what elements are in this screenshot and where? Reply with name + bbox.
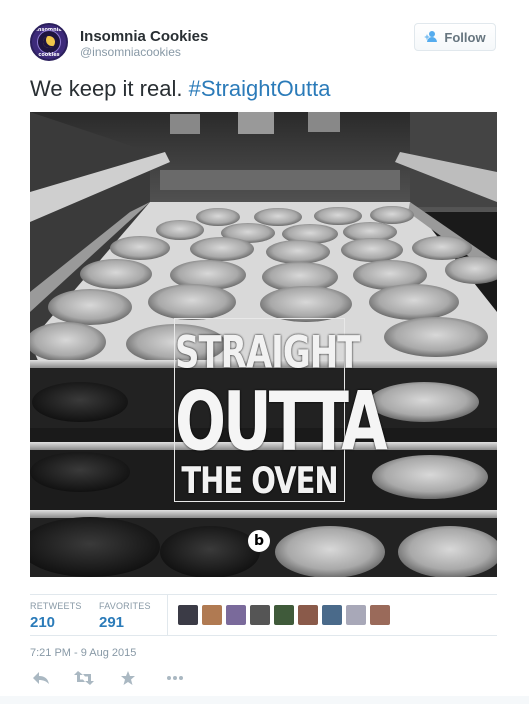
- favoriter-avatar-8[interactable]: [346, 605, 366, 625]
- hashtag-link[interactable]: #StraightOutta: [189, 76, 331, 101]
- favoriter-avatar-5[interactable]: [274, 605, 294, 625]
- stats-divider: [167, 595, 168, 635]
- straight-outta-overlay: STRAIGHT OUTTA THE OVEN: [174, 318, 388, 502]
- favoriter-avatar-9[interactable]: [370, 605, 390, 625]
- profile-avatar[interactable]: insomnia cookies: [30, 23, 68, 61]
- tweet-timestamp[interactable]: 7:21 PM - 9 Aug 2015: [30, 647, 136, 659]
- follow-button[interactable]: + Follow: [414, 23, 496, 51]
- favorites-stat[interactable]: FAVORITES 291: [99, 601, 151, 631]
- favorite-star-icon[interactable]: [120, 670, 140, 688]
- favoriter-avatar-7[interactable]: [322, 605, 342, 625]
- favoriter-avatar-6[interactable]: [298, 605, 318, 625]
- tweet-photo[interactable]: STRAIGHT OUTTA THE OVEN b: [30, 112, 497, 577]
- tweet-text: We keep it real. #StraightOutta: [30, 74, 330, 104]
- favorites-count: 291: [99, 614, 125, 631]
- overlay-line-2: OUTTA: [175, 375, 388, 470]
- tweet-body: We keep it real.: [30, 76, 183, 101]
- overlay-line-1: STRAIGHT: [175, 327, 360, 379]
- favoriters-avatars: [178, 605, 390, 625]
- favoriter-avatar-4[interactable]: [250, 605, 270, 625]
- favoriter-avatar-3[interactable]: [226, 605, 246, 625]
- more-options-icon[interactable]: [166, 670, 186, 688]
- reply-icon[interactable]: [32, 670, 52, 688]
- retweet-icon[interactable]: [74, 670, 94, 688]
- tweet-header: insomnia cookies Insomnia Cookies @insom…: [0, 0, 529, 72]
- user-display-name[interactable]: Insomnia Cookies: [80, 28, 208, 45]
- tweet-stats: RETWEETS 210 FAVORITES 291: [30, 594, 497, 636]
- retweets-stat[interactable]: RETWEETS 210: [30, 601, 82, 631]
- beats-logo-letter: b: [253, 533, 265, 549]
- follow-button-label: Follow: [444, 29, 486, 45]
- moon-icon: [43, 36, 55, 48]
- beats-logo-icon: b: [248, 530, 270, 552]
- favoriter-avatar-2[interactable]: [202, 605, 222, 625]
- retweets-count: 210: [30, 614, 56, 631]
- user-handle[interactable]: @insomniacookies: [80, 45, 181, 59]
- favorites-label: FAVORITES: [99, 601, 151, 611]
- retweets-label: RETWEETS: [30, 601, 82, 611]
- overlay-line-3: THE OVEN: [181, 459, 338, 502]
- add-user-icon: +: [424, 31, 439, 43]
- favoriter-avatar-1[interactable]: [178, 605, 198, 625]
- footer-strip: [0, 696, 529, 704]
- avatar-text-bottom: cookies: [38, 52, 60, 58]
